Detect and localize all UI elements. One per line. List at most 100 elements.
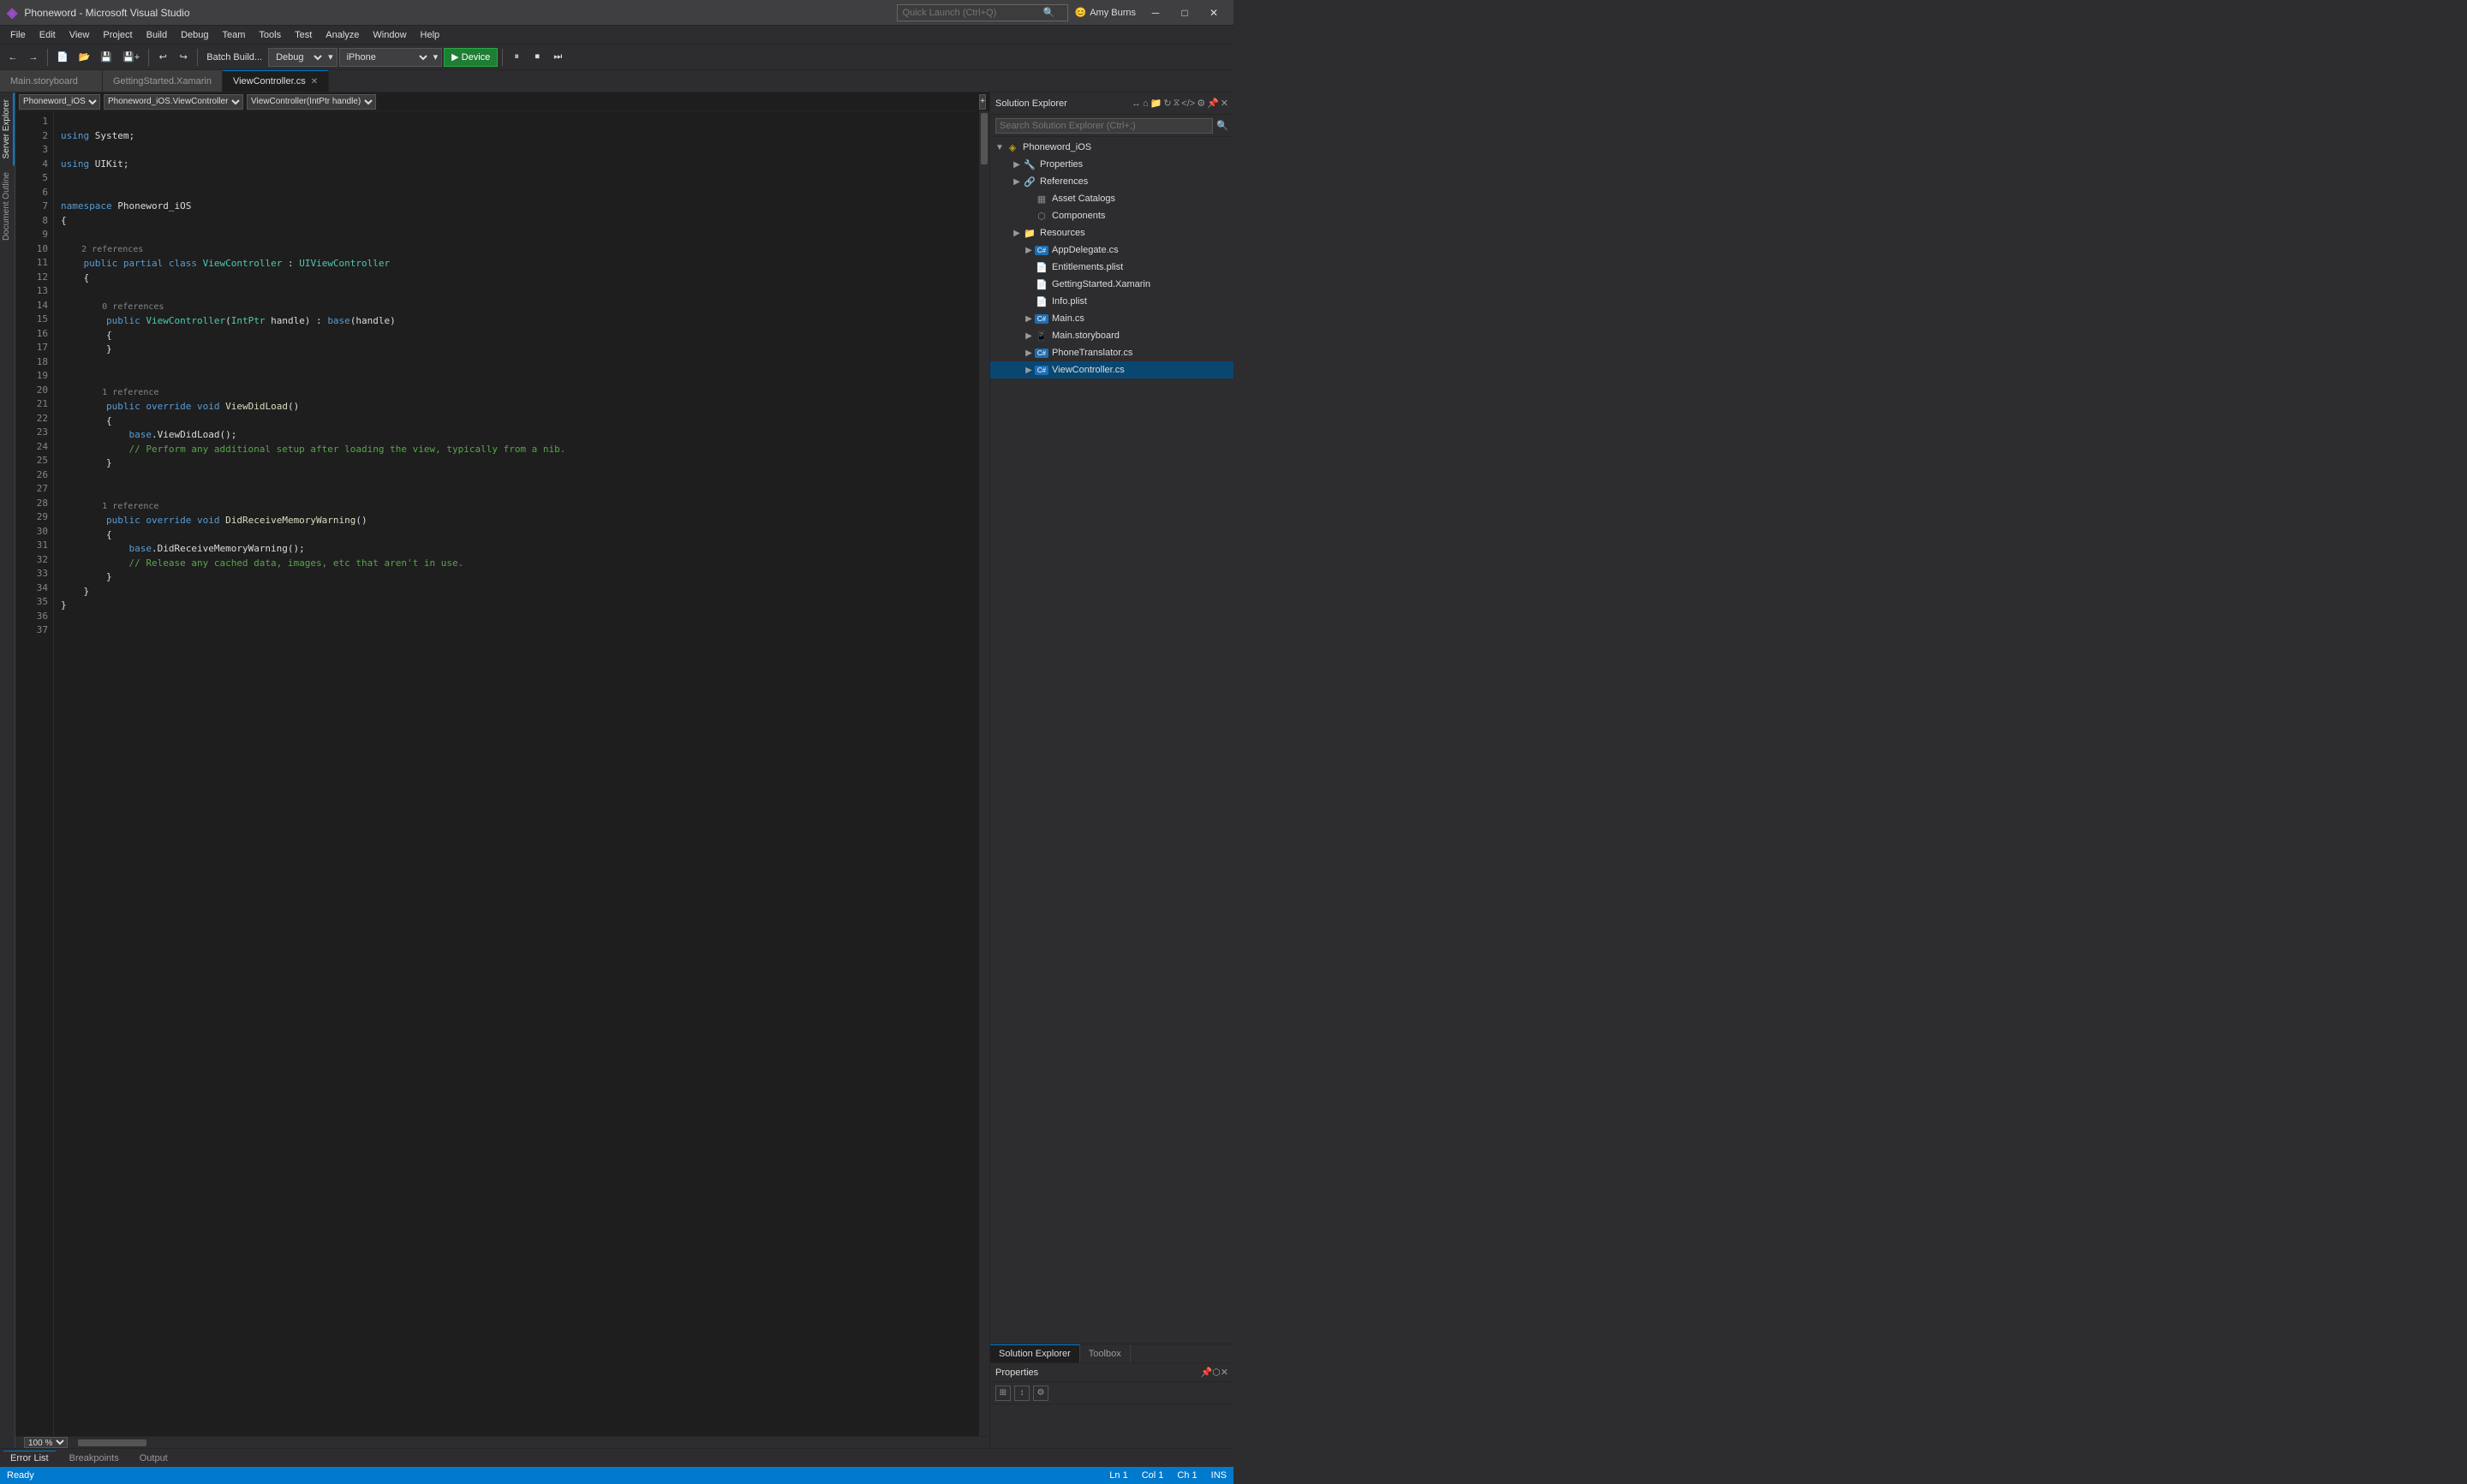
props-pin-button[interactable]: 📌 <box>1200 1367 1212 1378</box>
vscroll-thumb[interactable] <box>981 113 988 164</box>
expand-editor-button[interactable]: + <box>979 94 986 110</box>
tree-appdelegate-label: AppDelegate.cs <box>1052 245 1119 255</box>
user-name: Amy Burns <box>1090 8 1136 18</box>
tab-viewcontroller[interactable]: ViewController.cs ✕ <box>223 70 329 92</box>
toolbar-separator-1 <box>47 49 48 66</box>
sidebar-server-explorer[interactable]: Server Explorer <box>0 92 15 165</box>
bottom-panel: Error List Breakpoints Output <box>0 1448 1234 1467</box>
solution-icon: ◈ <box>1006 142 1019 153</box>
menu-team[interactable]: Team <box>216 28 253 42</box>
tab-close-viewcontroller[interactable]: ✕ <box>311 77 318 86</box>
se-close-button[interactable]: ✕ <box>1221 98 1228 109</box>
se-tab-toolbox[interactable]: Toolbox <box>1080 1344 1131 1362</box>
menu-file[interactable]: File <box>3 28 33 42</box>
props-float-button[interactable]: ⬡ <box>1212 1367 1221 1378</box>
se-settings-button[interactable]: ⚙ <box>1197 98 1205 109</box>
tab-label-getting-started: GettingStarted.Xamarin <box>113 76 212 86</box>
se-new-folder-button[interactable]: 📁 <box>1150 98 1162 109</box>
tree-entitlements[interactable]: 📄 Entitlements.plist <box>990 259 1234 276</box>
new-project-button[interactable]: 📄 <box>52 48 73 67</box>
menu-project[interactable]: Project <box>96 28 139 42</box>
editor-hscroll: 100 % 75 % 150 % <box>15 1436 989 1448</box>
menu-edit[interactable]: Edit <box>33 28 63 42</box>
props-filter-button[interactable]: ⚙ <box>1033 1386 1048 1401</box>
quick-launch-input[interactable] <box>903 8 1040 18</box>
se-refresh-button[interactable]: ↻ <box>1163 98 1171 109</box>
sidebar-document-outline[interactable]: Document Outline <box>0 165 15 247</box>
tree-resources[interactable]: ▶ 📁 Resources <box>990 224 1234 241</box>
tab-getting-started[interactable]: GettingStarted.Xamarin <box>103 70 223 92</box>
menu-test[interactable]: Test <box>288 28 319 42</box>
menu-debug[interactable]: Debug <box>174 28 215 42</box>
zoom-select[interactable]: 100 % 75 % 150 % <box>24 1437 68 1448</box>
save-button[interactable]: 💾 <box>96 48 116 67</box>
menu-tools[interactable]: Tools <box>252 28 288 42</box>
configuration-select[interactable]: Debug Release <box>272 51 325 63</box>
save-all-button[interactable]: 💾+ <box>118 48 144 67</box>
menu-help[interactable]: Help <box>414 28 447 42</box>
tree-viewcontroller[interactable]: ▶ C# ViewController.cs <box>990 361 1234 378</box>
se-pin-button[interactable]: 📌 <box>1207 98 1219 109</box>
debug-tool-3[interactable]: ⏭ <box>548 48 567 67</box>
se-sync-button[interactable]: ↔ <box>1132 98 1141 109</box>
status-ch: Ch 1 <box>1177 1470 1197 1481</box>
redo-button[interactable]: ↪ <box>174 48 193 67</box>
tab-error-list[interactable]: Error List <box>3 1451 56 1465</box>
undo-button[interactable]: ↩ <box>153 48 172 67</box>
tab-label-main-storyboard: Main.storyboard <box>10 76 78 86</box>
menu-build[interactable]: Build <box>140 28 174 42</box>
tree-asset-catalogs[interactable]: ▦ Asset Catalogs <box>990 190 1234 207</box>
props-close-button[interactable]: ✕ <box>1221 1367 1228 1378</box>
tree-components[interactable]: ⬡ Components <box>990 207 1234 224</box>
app-title: Phoneword - Microsoft Visual Studio <box>24 7 889 19</box>
se-search-input[interactable] <box>995 118 1213 134</box>
props-sort-button[interactable]: ↕ <box>1014 1386 1030 1401</box>
menu-analyze[interactable]: Analyze <box>319 28 366 42</box>
tab-output[interactable]: Output <box>133 1451 175 1465</box>
method-selector[interactable]: ViewController(IntPtr handle) <box>247 94 376 110</box>
configuration-dropdown[interactable]: Debug Release ▾ <box>268 48 337 67</box>
tree-gettingstarted[interactable]: 📄 GettingStarted.Xamarin <box>990 276 1234 293</box>
debug-tool-1[interactable]: ⏸ <box>507 48 526 67</box>
solution-explorer-title: Solution Explorer <box>995 98 1128 109</box>
se-search-icon: 🔍 <box>1216 120 1228 131</box>
se-tab-solution-explorer[interactable]: Solution Explorer <box>990 1344 1080 1362</box>
back-button[interactable]: ← <box>3 48 22 67</box>
phonetranslator-icon: C# <box>1035 349 1048 358</box>
namespace-selector[interactable]: Phoneword_iOS <box>19 94 100 110</box>
tab-breakpoints[interactable]: Breakpoints <box>63 1451 126 1465</box>
maximize-button[interactable]: □ <box>1172 4 1198 21</box>
tree-appdelegate[interactable]: ▶ C# AppDelegate.cs <box>990 241 1234 259</box>
platform-select[interactable]: iPhone iPad iPhoneSimulator <box>343 51 430 63</box>
vertical-scrollbar[interactable] <box>979 111 989 1436</box>
batch-build-button[interactable]: Batch Build... <box>202 48 266 67</box>
horizontal-scrollbar[interactable] <box>75 1439 988 1447</box>
run-button[interactable]: ▶ Device <box>444 48 498 67</box>
quick-launch-container[interactable]: 🔍 <box>897 4 1068 21</box>
menu-window[interactable]: Window <box>366 28 413 42</box>
hscroll-thumb[interactable] <box>78 1439 146 1446</box>
forward-button[interactable]: → <box>24 48 43 67</box>
tree-root[interactable]: ▼ ◈ Phoneword_iOS <box>990 139 1234 156</box>
platform-dropdown[interactable]: iPhone iPad iPhoneSimulator ▾ <box>339 48 443 67</box>
debug-tool-2[interactable]: ⏹ <box>528 48 547 67</box>
se-home-button[interactable]: ⌂ <box>1143 98 1149 109</box>
properties-folder-icon: 🔧 <box>1023 159 1036 170</box>
tree-infoplist[interactable]: 📄 Info.plist <box>990 293 1234 310</box>
tree-phonetranslator[interactable]: ▶ C# PhoneTranslator.cs <box>990 344 1234 361</box>
se-filter-button[interactable]: ⧖ <box>1174 98 1180 109</box>
menu-view[interactable]: View <box>63 28 97 42</box>
code-editor[interactable]: using System; using UIKit; namespace Pho… <box>54 111 979 1436</box>
close-button[interactable]: ✕ <box>1201 4 1227 21</box>
minimize-button[interactable]: ─ <box>1143 4 1168 21</box>
tree-mainstoryboard[interactable]: ▶ 📱 Main.storyboard <box>990 327 1234 344</box>
tree-references[interactable]: ▶ 🔗 References <box>990 173 1234 190</box>
tree-maincs[interactable]: ▶ C# Main.cs <box>990 310 1234 327</box>
tree-properties[interactable]: ▶ 🔧 Properties <box>990 156 1234 173</box>
open-button[interactable]: 📂 <box>75 48 95 67</box>
vs-logo-icon: ◈ <box>7 4 17 21</box>
props-grid-button[interactable]: ⊞ <box>995 1386 1011 1401</box>
se-code-button[interactable]: </> <box>1181 98 1195 109</box>
class-selector[interactable]: Phoneword_iOS.ViewController <box>104 94 243 110</box>
tab-main-storyboard[interactable]: Main.storyboard <box>0 70 103 92</box>
